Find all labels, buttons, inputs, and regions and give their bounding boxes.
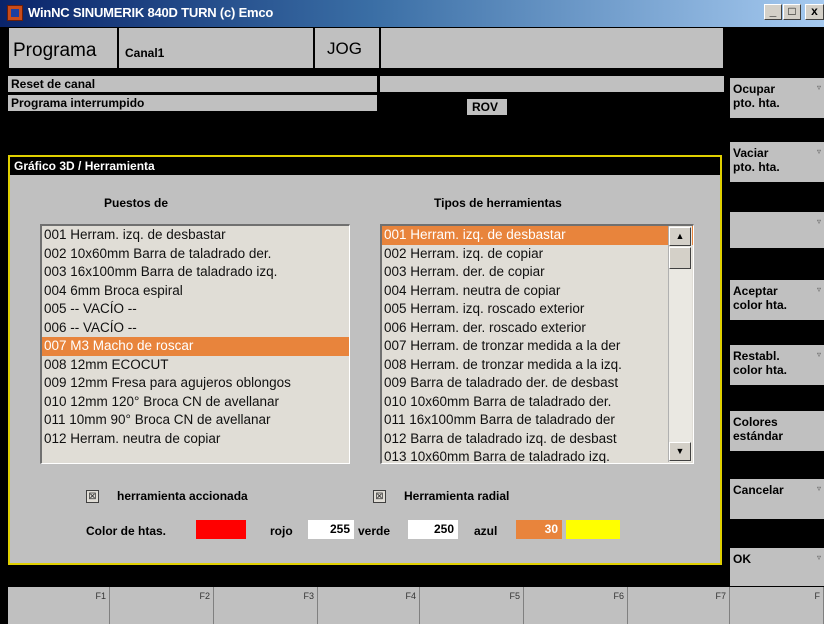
app-icon <box>7 5 23 21</box>
scroll-down-icon[interactable]: ▼ <box>669 442 691 461</box>
softkey-label: Colores estándar <box>733 415 784 443</box>
softkey-marker-icon: ▿ <box>816 217 821 226</box>
softkey-bottom-4[interactable]: F4 <box>318 587 420 624</box>
function-key-label: F1 <box>95 591 106 601</box>
tool-place-item[interactable]: 009 12mm Fresa para agujeros oblongos <box>42 374 349 393</box>
close-button[interactable]: x <box>805 4 824 20</box>
softkey-label: Vaciar pto. hta. <box>733 146 780 174</box>
function-key-label: F3 <box>303 591 314 601</box>
header-info-area <box>380 27 724 69</box>
tool-place-item[interactable]: 005 -- VACÍO -- <box>42 300 349 319</box>
scroll-up-icon[interactable]: ▲ <box>669 227 691 246</box>
red-value-input[interactable]: 255 <box>308 520 354 539</box>
softkey-label: OK <box>733 552 751 566</box>
tool-type-item[interactable]: 004 Herram. neutra de copiar <box>382 282 693 301</box>
tool-type-item[interactable]: 002 Herram. izq. de copiar <box>382 245 693 264</box>
tool-places-heading: Puestos de <box>104 196 169 210</box>
tool-type-item[interactable]: 008 Herram. de tronzar medida a la izq. <box>382 356 693 375</box>
softkey-label: Restabl. color hta. <box>733 349 788 377</box>
softkey-label: Cancelar <box>733 483 784 497</box>
reset-status: Reset de canal <box>8 76 377 92</box>
tool-type-item[interactable]: 003 Herram. der. de copiar <box>382 263 693 282</box>
mode-label: JOG <box>314 27 380 69</box>
alarm-line <box>380 76 724 92</box>
softkey-marker-icon: ▿ <box>816 285 821 294</box>
tool-types-heading: Tipos de herramientas <box>434 196 562 210</box>
function-key-label: F4 <box>405 591 416 601</box>
softkey-marker-icon: ▿ <box>816 484 821 493</box>
tool-type-item[interactable]: 012 Barra de taladrado izq. de desbast <box>382 430 693 449</box>
rov-badge: ROV <box>467 99 507 115</box>
maximize-button[interactable]: □ <box>783 4 801 20</box>
tool-place-item[interactable]: 002 10x60mm Barra de taladrado der. <box>42 245 349 264</box>
driven-tool-label: herramienta accionada <box>117 489 248 503</box>
softkey-bottom-3[interactable]: F3 <box>214 587 318 624</box>
softkey-right-3[interactable]: ▿ <box>730 212 824 248</box>
minimize-button[interactable]: _ <box>764 4 782 20</box>
blue-label: azul <box>474 524 498 538</box>
tool-color-label: Color de htas. <box>86 524 167 538</box>
softkey-bottom-7[interactable]: F7 <box>628 587 730 624</box>
softkey-bottom-1[interactable]: F1 <box>8 587 110 624</box>
tool-place-item[interactable]: 011 10mm 90° Broca CN de avellanar <box>42 411 349 430</box>
function-key-label: F7 <box>715 591 726 601</box>
tool-place-item[interactable]: 004 6mm Broca espiral <box>42 282 349 301</box>
softkey-right-1[interactable]: Ocupar pto. hta. ▿ <box>730 78 824 118</box>
tool-place-item[interactable]: 003 16x100mm Barra de taladrado izq. <box>42 263 349 282</box>
tool-type-item[interactable]: 009 Barra de taladrado der. de desbast <box>382 374 693 393</box>
tool-type-item[interactable]: 007 Herram. de tronzar medida a la der <box>382 337 693 356</box>
green-label: verde <box>358 524 391 538</box>
tool-color-swatch <box>196 520 246 539</box>
tool-place-item[interactable]: 012 Herram. neutra de copiar <box>42 430 349 449</box>
softkey-marker-icon: ▿ <box>816 83 821 92</box>
window-title: WinNC SINUMERIK 840D TURN (c) Emco <box>28 5 274 20</box>
tool-type-item[interactable]: 006 Herram. der. roscado exterior <box>382 319 693 338</box>
tool-place-item[interactable]: 008 12mm ECOCUT <box>42 356 349 375</box>
title-bar: WinNC SINUMERIK 840D TURN (c) Emco _ □ x <box>0 0 824 27</box>
green-value-input[interactable]: 250 <box>408 520 458 539</box>
driven-tool-checkbox[interactable]: ⊠ <box>86 490 99 503</box>
softkey-marker-icon: ▿ <box>816 553 821 562</box>
program-area-label: Programa <box>8 27 118 69</box>
tool-place-item[interactable]: 006 -- VACÍO -- <box>42 319 349 338</box>
function-key-label: F6 <box>613 591 624 601</box>
softkey-marker-icon: ▿ <box>816 350 821 359</box>
softkey-right-6[interactable]: Colores estándar <box>730 411 824 451</box>
softkey-bottom-8[interactable]: F <box>730 587 824 624</box>
result-color-swatch <box>566 520 620 539</box>
channel-label: Canal1 <box>118 27 314 69</box>
tool-place-item[interactable]: 001 Herram. izq. de desbastar <box>42 226 349 245</box>
function-key-label: F <box>814 591 821 601</box>
softkey-bottom-6[interactable]: F6 <box>524 587 628 624</box>
tool-type-item[interactable]: 011 16x100mm Barra de taladrado der <box>382 411 693 430</box>
function-key-label: F5 <box>509 591 520 601</box>
scroll-thumb[interactable] <box>669 247 691 269</box>
tool-type-item[interactable]: 005 Herram. izq. roscado exterior <box>382 300 693 319</box>
softkey-right-2[interactable]: Vaciar pto. hta. ▿ <box>730 142 824 182</box>
function-key-label: F2 <box>199 591 210 601</box>
softkey-bottom-2[interactable]: F2 <box>110 587 214 624</box>
softkey-label: Ocupar pto. hta. <box>733 82 780 110</box>
softkey-right-4[interactable]: Aceptar color hta. ▿ <box>730 280 824 320</box>
tool-type-item[interactable]: 010 10x60mm Barra de taladrado der. <box>382 393 693 412</box>
softkey-label: Aceptar color hta. <box>733 284 788 312</box>
tool-types-list[interactable]: 001 Herram. izq. de desbastar 002 Herram.… <box>380 224 694 464</box>
radial-tool-checkbox[interactable]: ⊠ <box>373 490 386 503</box>
softkey-right-8[interactable]: OK ▿ <box>730 548 824 586</box>
softkey-bottom-5[interactable]: F5 <box>420 587 524 624</box>
tool-type-item[interactable]: 001 Herram. izq. de desbastar <box>382 226 693 245</box>
radial-tool-label: Herramienta radial <box>404 489 510 503</box>
tool-place-item[interactable]: 010 12mm 120° Broca CN de avellanar <box>42 393 349 412</box>
softkey-right-5[interactable]: Restabl. color hta. ▿ <box>730 345 824 385</box>
softkey-right-7[interactable]: Cancelar ▿ <box>730 479 824 519</box>
program-status: Programa interrumpido <box>8 95 377 111</box>
tool-type-item[interactable]: 013 10x60mm Barra de taladrado izq. <box>382 448 693 463</box>
blue-value-input[interactable]: 30 <box>516 520 562 539</box>
tool-place-item[interactable]: 007 M3 Macho de roscar <box>42 337 349 356</box>
red-label: rojo <box>270 524 293 538</box>
softkey-marker-icon: ▿ <box>816 147 821 156</box>
tool-places-list[interactable]: 001 Herram. izq. de desbastar 002 10x60mm… <box>40 224 350 464</box>
dialog-title: Gráfico 3D / Herramienta <box>10 157 720 175</box>
